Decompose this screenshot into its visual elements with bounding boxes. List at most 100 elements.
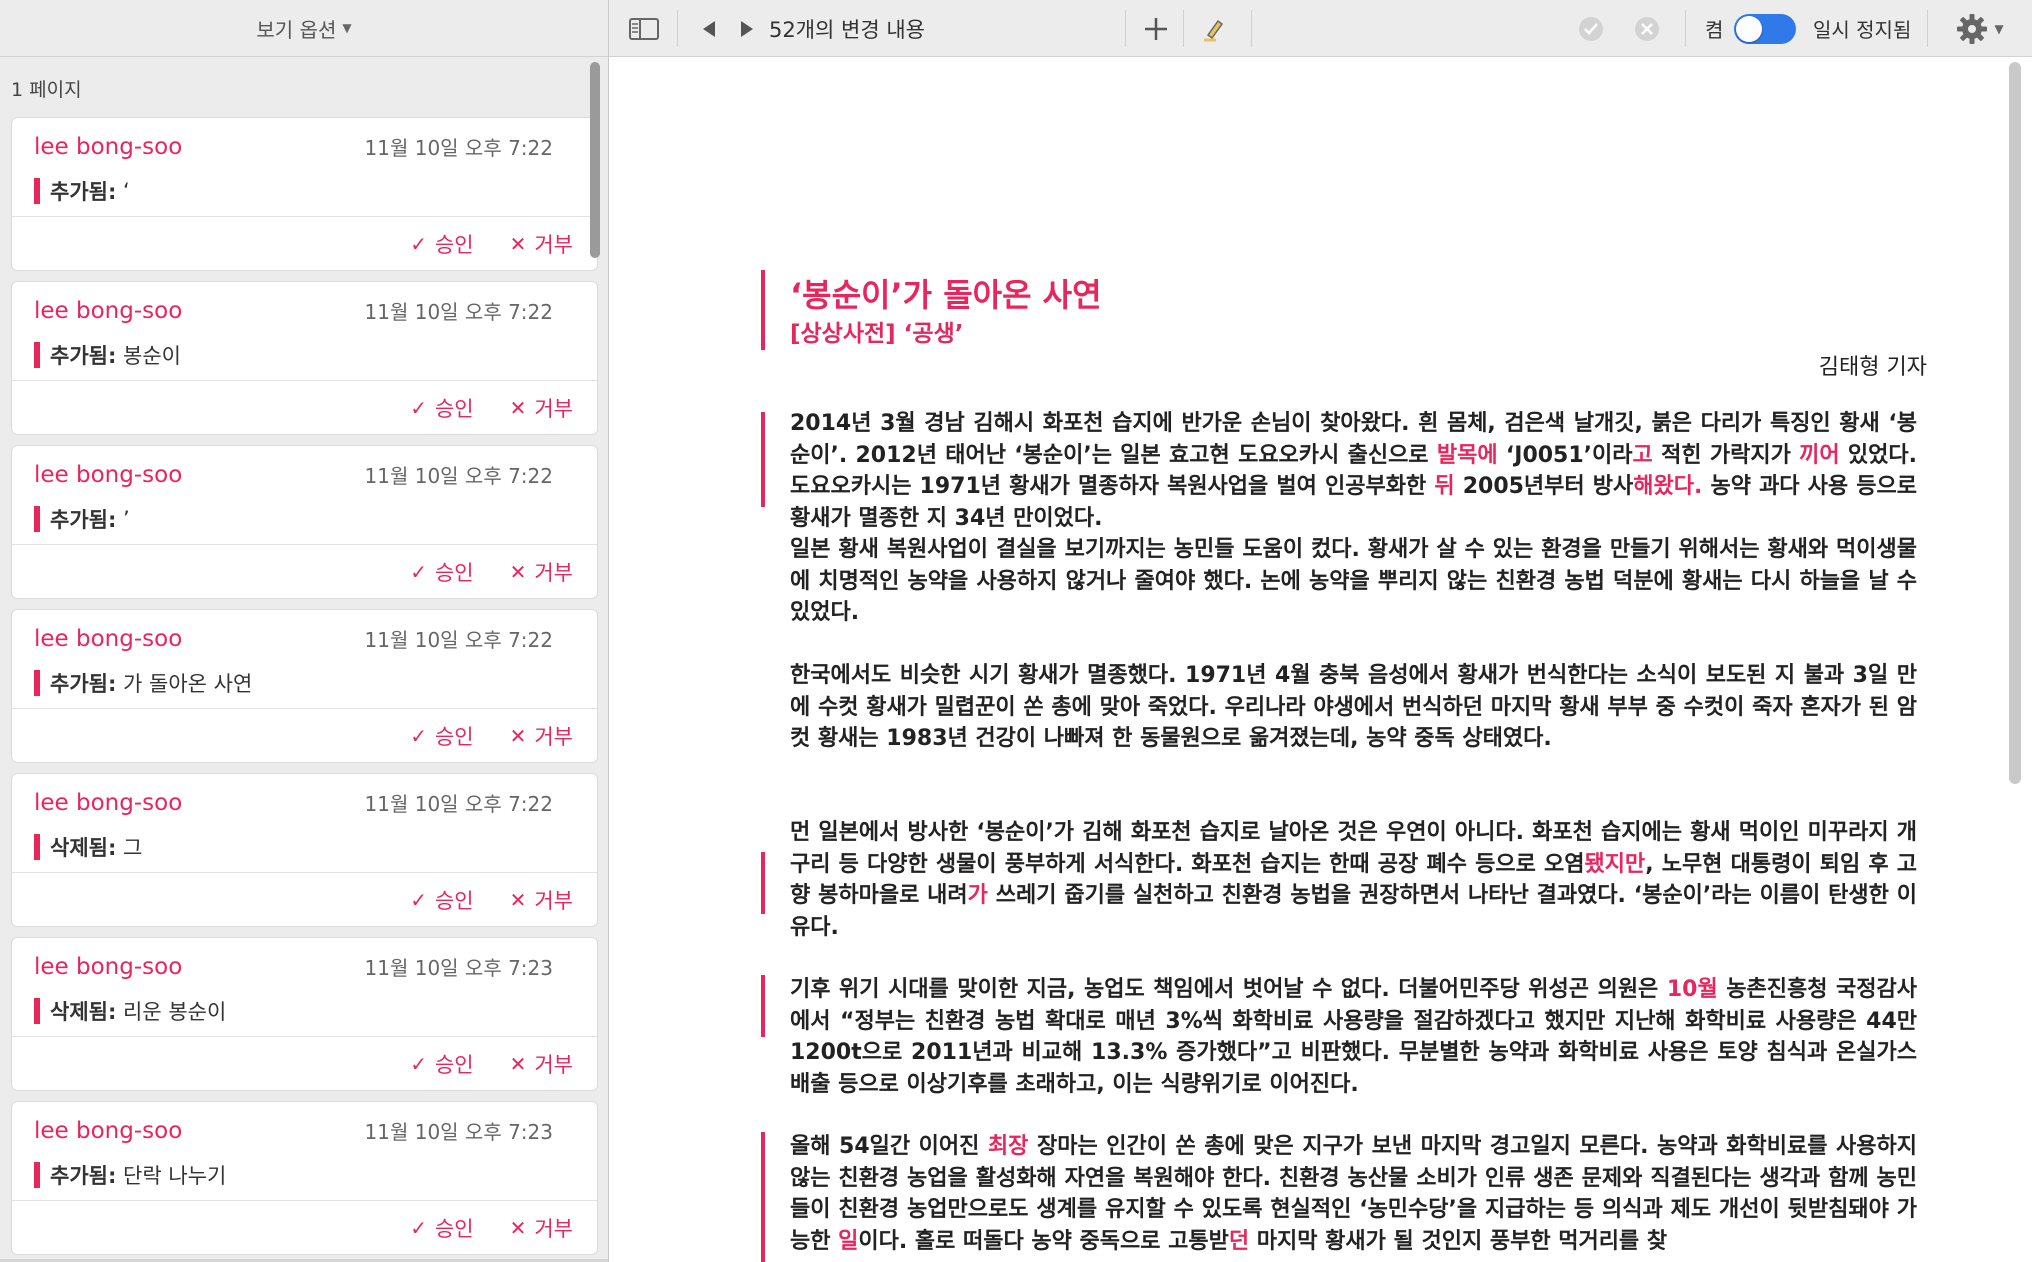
pause-status: 일시 정지됨 bbox=[1813, 18, 1912, 42]
change-marker bbox=[34, 506, 40, 532]
change-kind: 삭제됨: bbox=[50, 1000, 117, 1024]
change-description: 추가됨: 봉순이 bbox=[34, 340, 181, 370]
change-author: lee bong-soo bbox=[34, 790, 183, 816]
inserted-text: 10월 bbox=[1666, 977, 1718, 1002]
reject-all-button[interactable] bbox=[1627, 0, 1667, 57]
x-icon: ✕ bbox=[509, 396, 527, 420]
accept-label: 승인 bbox=[434, 233, 474, 257]
accept-button[interactable]: ✓ 승인 bbox=[410, 1049, 473, 1079]
x-circle-icon bbox=[1635, 16, 1659, 41]
change-text: 가 돌아온 사연 bbox=[116, 672, 253, 696]
paragraph-text: 이다. 홀로 떠돌다 농약 중독으로 고통받 bbox=[858, 1228, 1229, 1254]
change-margin-bar bbox=[761, 270, 765, 350]
change-card[interactable]: lee bong-soo 11월 10일 오후 7:23 삭제됨: 리운 봉순이… bbox=[11, 937, 598, 1091]
accept-button[interactable]: ✓ 승인 bbox=[410, 393, 473, 423]
reject-button[interactable]: ✕ 거부 bbox=[510, 229, 573, 259]
paragraph-3[interactable]: 한국에서도 비슷한 시기 황새가 멸종했다. 1971년 4월 충북 음성에서 … bbox=[790, 660, 1917, 755]
chevron-down-icon: ▼ bbox=[342, 21, 352, 35]
change-text: 그 bbox=[116, 836, 143, 860]
tracking-toggle-label: 켬 bbox=[1705, 18, 1724, 42]
inserted-text: 최장 bbox=[987, 1134, 1029, 1159]
toolbar-separator bbox=[1183, 10, 1184, 47]
accept-button[interactable]: ✓ 승인 bbox=[410, 721, 473, 751]
reject-label: 거부 bbox=[534, 397, 573, 421]
inserted-text: 됐지만 bbox=[1584, 851, 1646, 877]
reject-button[interactable]: ✕ 거부 bbox=[510, 1213, 573, 1243]
plus-icon bbox=[1145, 17, 1167, 40]
article-byline[interactable]: 김태형 기자 bbox=[1819, 349, 1927, 381]
inserted-text: 일 bbox=[838, 1228, 859, 1254]
change-card[interactable]: lee bong-soo 11월 10일 오후 7:22 추가됨: ‘ ✓ 승인 … bbox=[11, 117, 598, 271]
sidebar-toggle-button[interactable] bbox=[619, 0, 669, 57]
accept-label: 승인 bbox=[434, 725, 474, 749]
change-author: lee bong-soo bbox=[34, 462, 183, 488]
accept-button[interactable]: ✓ 승인 bbox=[410, 1213, 473, 1243]
reject-button[interactable]: ✕ 거부 bbox=[510, 721, 573, 751]
document-canvas[interactable]: ‘봉순이’가 돌아온 사연 [상상사전] ‘공생’ 김태형 기자 2014년 3… bbox=[609, 57, 2019, 1262]
change-time: 11월 10일 오후 7:22 bbox=[364, 792, 553, 816]
change-time: 11월 10일 오후 7:22 bbox=[364, 464, 553, 488]
change-description: 삭제됨: 그 bbox=[34, 832, 142, 862]
next-change-button[interactable] bbox=[727, 0, 767, 57]
gear-icon bbox=[1957, 13, 1988, 44]
view-options-menu[interactable]: 보기 옵션 ▼ bbox=[256, 14, 351, 43]
article-title[interactable]: ‘봉순이’가 돌아온 사연 bbox=[790, 270, 1102, 316]
previous-change-button[interactable] bbox=[689, 0, 729, 57]
reject-button[interactable]: ✕ 거부 bbox=[510, 557, 573, 587]
x-icon: ✕ bbox=[509, 1052, 527, 1076]
toolbar-separator bbox=[1927, 10, 1928, 47]
toolbar-separator bbox=[1251, 10, 1252, 47]
checkmark-icon: ✓ bbox=[410, 1052, 427, 1076]
change-marker bbox=[34, 834, 40, 860]
accept-label: 승인 bbox=[434, 397, 474, 421]
reject-button[interactable]: ✕ 거부 bbox=[510, 885, 573, 915]
change-card[interactable]: lee bong-soo 11월 10일 오후 7:23 추가됨: 단락 나누기… bbox=[11, 1101, 598, 1255]
settings-menu-button[interactable]: ▼ bbox=[1939, 0, 2019, 57]
checkmark-icon: ✓ bbox=[410, 724, 427, 748]
change-card[interactable]: lee bong-soo 11월 10일 오후 7:22 추가됨: 가 돌아온 … bbox=[11, 609, 598, 763]
add-comment-button[interactable] bbox=[1131, 0, 1181, 57]
accept-label: 승인 bbox=[434, 1217, 474, 1241]
paragraph-text: 올해 54일간 이어진 bbox=[790, 1134, 988, 1159]
toolbar-separator bbox=[677, 10, 678, 47]
highlighter-button[interactable] bbox=[1189, 0, 1239, 57]
paragraph-1[interactable]: 2014년 3월 경남 김해시 화포천 습지에 반가운 손님이 찾아왔다. 흰 … bbox=[790, 408, 1917, 534]
paragraph-4[interactable]: 먼 일본에서 방사한 ‘봉순이’가 김해 화포천 습지로 날아온 것은 우연이 … bbox=[790, 817, 1917, 943]
accept-button[interactable]: ✓ 승인 bbox=[410, 885, 473, 915]
reject-button[interactable]: ✕ 거부 bbox=[510, 1049, 573, 1079]
sidebar-header: 보기 옵션 ▼ bbox=[0, 0, 608, 57]
x-icon: ✕ bbox=[509, 1216, 527, 1240]
accept-button[interactable]: ✓ 승인 bbox=[410, 557, 473, 587]
change-marker bbox=[34, 670, 40, 696]
sidebar-scrollbar[interactable] bbox=[590, 62, 600, 258]
accept-all-button[interactable] bbox=[1571, 0, 1611, 57]
change-card[interactable]: lee bong-soo 11월 10일 오후 7:22 추가됨: 봉순이 ✓ 승… bbox=[11, 281, 598, 435]
reject-label: 거부 bbox=[534, 725, 573, 749]
reject-label: 거부 bbox=[534, 233, 573, 257]
paragraph-2[interactable]: 일본 황새 복원사업이 결실을 보기까지는 농민들 도움이 컸다. 황새가 살 … bbox=[790, 534, 1917, 629]
accept-button[interactable]: ✓ 승인 bbox=[410, 229, 473, 259]
paragraph-5[interactable]: 기후 위기 시대를 맞이한 지금, 농업도 책임에서 벗어날 수 없다. 더불어… bbox=[790, 974, 1917, 1100]
change-author: lee bong-soo bbox=[34, 298, 183, 324]
document-scrollbar[interactable] bbox=[2009, 62, 2021, 784]
change-kind: 추가됨: bbox=[50, 344, 117, 368]
change-author: lee bong-soo bbox=[34, 134, 183, 160]
article-subtitle[interactable]: [상상사전] ‘공생’ bbox=[790, 314, 963, 348]
reject-button[interactable]: ✕ 거부 bbox=[510, 393, 573, 423]
change-time: 11월 10일 오후 7:23 bbox=[364, 956, 553, 980]
change-card[interactable]: lee bong-soo 11월 10일 오후 7:22 삭제됨: 그 ✓ 승인 … bbox=[11, 773, 598, 927]
checkmark-icon: ✓ bbox=[410, 1216, 427, 1240]
paragraph-6[interactable]: 올해 54일간 이어진 최장 장마는 인간이 쏜 총에 맞은 지구가 보낸 마지… bbox=[790, 1131, 1917, 1257]
x-icon: ✕ bbox=[509, 888, 527, 912]
change-card[interactable]: lee bong-soo 11월 10일 오후 7:22 추가됨: ’ ✓ 승인 … bbox=[11, 445, 598, 599]
change-marker bbox=[34, 342, 40, 368]
reject-label: 거부 bbox=[534, 889, 573, 913]
change-card-list: lee bong-soo 11월 10일 오후 7:22 추가됨: ‘ ✓ 승인 … bbox=[11, 117, 598, 1262]
x-icon: ✕ bbox=[509, 232, 527, 256]
track-changes-toggle[interactable] bbox=[1734, 14, 1796, 44]
reject-label: 거부 bbox=[534, 561, 573, 585]
change-text: ’ bbox=[116, 507, 130, 531]
change-kind: 삭제됨: bbox=[50, 836, 117, 860]
change-time: 11월 10일 오후 7:22 bbox=[364, 136, 553, 160]
inserted-text: 뒤 bbox=[1434, 474, 1455, 499]
